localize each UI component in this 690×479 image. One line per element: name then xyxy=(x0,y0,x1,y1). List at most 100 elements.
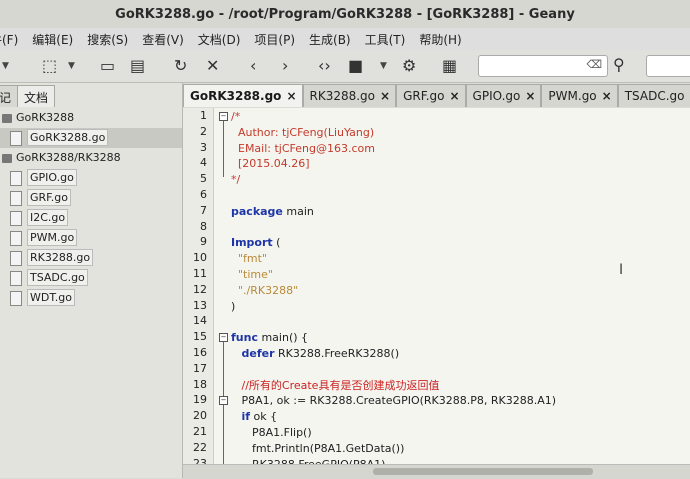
line-number: 14 xyxy=(183,314,207,327)
tree-item-label: GoRK3288 xyxy=(16,111,74,124)
scrollbar-thumb[interactable] xyxy=(373,468,593,475)
editor-tab-label: GoRK3288.go xyxy=(190,89,281,103)
file-icon xyxy=(10,191,22,206)
menu-tools[interactable]: 工具(T) xyxy=(358,31,413,48)
gear-icon[interactable]: ⚙ xyxy=(402,54,416,78)
tree-folder[interactable]: GoRK3288/RK3288 xyxy=(0,148,182,168)
editor-tab-label: TSADC.go xyxy=(625,89,685,103)
compile-icon[interactable]: ‹› xyxy=(318,54,331,78)
menubar: 件(F) 编辑(E) 搜索(S) 查看(V) 文档(D) 项目(P) 生成(B)… xyxy=(0,28,690,50)
fold-toggle-icon[interactable]: − xyxy=(219,396,228,405)
line-number: 10 xyxy=(183,251,207,264)
tree-file[interactable]: GoRK3288.go xyxy=(0,128,182,148)
file-icon xyxy=(10,211,22,226)
line-number: 8 xyxy=(183,220,207,233)
reload-icon[interactable]: ↻ xyxy=(174,54,187,78)
build-icon[interactable]: ■ xyxy=(348,54,363,78)
menu-document[interactable]: 文档(D) xyxy=(191,31,248,48)
open-dropdown-icon[interactable]: ▼ xyxy=(68,54,75,78)
line-number: 5 xyxy=(183,172,207,185)
close-tab-icon[interactable]: × xyxy=(525,89,535,103)
close-tab-icon[interactable]: × xyxy=(380,89,390,103)
code-line: defer RK3288.FreeRK3288() xyxy=(231,346,399,362)
code-line: ) xyxy=(231,299,235,315)
horizontal-scrollbar[interactable] xyxy=(183,464,690,479)
editor-tab[interactable]: GRF.go× xyxy=(396,84,465,107)
tree-item-label: TSADC.go xyxy=(27,269,88,286)
menu-build[interactable]: 生成(B) xyxy=(302,31,358,48)
tree-file[interactable]: I2C.go xyxy=(0,208,182,228)
fold-line xyxy=(223,121,224,177)
menu-help[interactable]: 帮助(H) xyxy=(412,31,468,48)
line-number: 12 xyxy=(183,283,207,296)
code-line: "fmt" xyxy=(231,251,267,267)
goto-line-field[interactable] xyxy=(646,55,690,77)
file-icon xyxy=(10,171,22,186)
editor-tab-label: PWM.go xyxy=(548,89,596,103)
tree-item-label: RK3288.go xyxy=(27,249,93,266)
close-tab-icon[interactable]: × xyxy=(602,89,612,103)
line-number: 13 xyxy=(183,299,207,312)
menu-edit[interactable]: 编辑(E) xyxy=(25,31,80,48)
code-line: /* xyxy=(231,109,240,125)
editor-tab-label: GPIO.go xyxy=(473,89,521,103)
tree-file[interactable]: RK3288.go xyxy=(0,248,182,268)
tree-file[interactable]: WDT.go xyxy=(0,288,182,308)
open-file-icon[interactable]: ⬚ xyxy=(42,54,57,78)
line-number: 4 xyxy=(183,156,207,169)
menu-search[interactable]: 搜索(S) xyxy=(80,31,135,48)
editor-tab[interactable]: GoRK3288.go × xyxy=(183,84,303,107)
tree-folder[interactable]: GoRK3288 xyxy=(0,108,182,128)
menu-project[interactable]: 项目(P) xyxy=(247,31,302,48)
save-icon[interactable]: ▭ xyxy=(100,54,115,78)
grid-icon[interactable]: ▦ xyxy=(442,54,457,78)
fold-margin xyxy=(214,108,228,464)
file-icon xyxy=(10,251,22,266)
file-icon xyxy=(10,271,22,286)
tree-file[interactable]: TSADC.go xyxy=(0,268,182,288)
clear-search-icon[interactable]: ⌫ xyxy=(586,58,602,71)
fold-toggle-icon[interactable]: − xyxy=(219,112,228,121)
tree-item-label: GoRK3288.go xyxy=(27,129,108,146)
editor-tab[interactable]: GPIO.go × xyxy=(466,84,542,107)
tab-documents[interactable]: 文档 xyxy=(17,85,55,107)
sidebar-tabs: 记 文档 xyxy=(0,85,55,107)
close-icon[interactable]: ✕ xyxy=(206,54,219,78)
line-number: 22 xyxy=(183,441,207,454)
line-number: 20 xyxy=(183,409,207,422)
menu-view[interactable]: 查看(V) xyxy=(135,31,191,48)
line-number: 18 xyxy=(183,378,207,391)
line-number: 6 xyxy=(183,188,207,201)
code-editor[interactable]: 1234567891011121314151617181920212223 − … xyxy=(183,108,690,464)
code-line: EMail: tjCFeng@163.com xyxy=(231,141,375,157)
forward-icon[interactable]: › xyxy=(282,54,288,78)
code-line: "./RK3288" xyxy=(231,283,298,299)
editor-tab[interactable]: RK3288.go× xyxy=(303,84,397,107)
save-all-icon[interactable]: ▤ xyxy=(130,54,145,78)
back-icon[interactable]: ‹ xyxy=(250,54,256,78)
code-line: Import ( xyxy=(231,235,280,251)
code-line: P8A1, ok := RK3288.CreateGPIO(RK3288.P8,… xyxy=(231,393,556,409)
menu-file[interactable]: 件(F) xyxy=(0,31,25,48)
editor-tab[interactable]: PWM.go × xyxy=(541,84,617,107)
code-line: //所有的Create具有是否创建成功返回值 xyxy=(231,378,439,394)
tree-file[interactable]: GRF.go xyxy=(0,188,182,208)
tree-item-label: GoRK3288/RK3288 xyxy=(16,151,121,164)
file-icon xyxy=(10,291,22,306)
line-number: 11 xyxy=(183,267,207,280)
line-number: 9 xyxy=(183,235,207,248)
new-dropdown-icon[interactable]: ▼ xyxy=(2,54,9,78)
tree-file[interactable]: PWM.go xyxy=(0,228,182,248)
find-icon[interactable]: ⚲ xyxy=(613,55,625,74)
code-line: P8A1.Flip() xyxy=(231,425,312,441)
build-dropdown-icon[interactable]: ▼ xyxy=(380,54,387,78)
tree-file[interactable]: GPIO.go xyxy=(0,168,182,188)
tab-symbols[interactable]: 记 xyxy=(0,85,18,107)
search-field[interactable]: ⌫ xyxy=(478,55,608,77)
close-tab-icon[interactable]: × xyxy=(286,89,296,103)
editor-tab[interactable]: TSADC.go× xyxy=(618,84,690,107)
fold-toggle-icon[interactable]: − xyxy=(219,333,228,342)
search-input[interactable] xyxy=(483,57,587,77)
close-tab-icon[interactable]: × xyxy=(449,89,459,103)
code-line: [2015.04.26] xyxy=(231,156,310,172)
